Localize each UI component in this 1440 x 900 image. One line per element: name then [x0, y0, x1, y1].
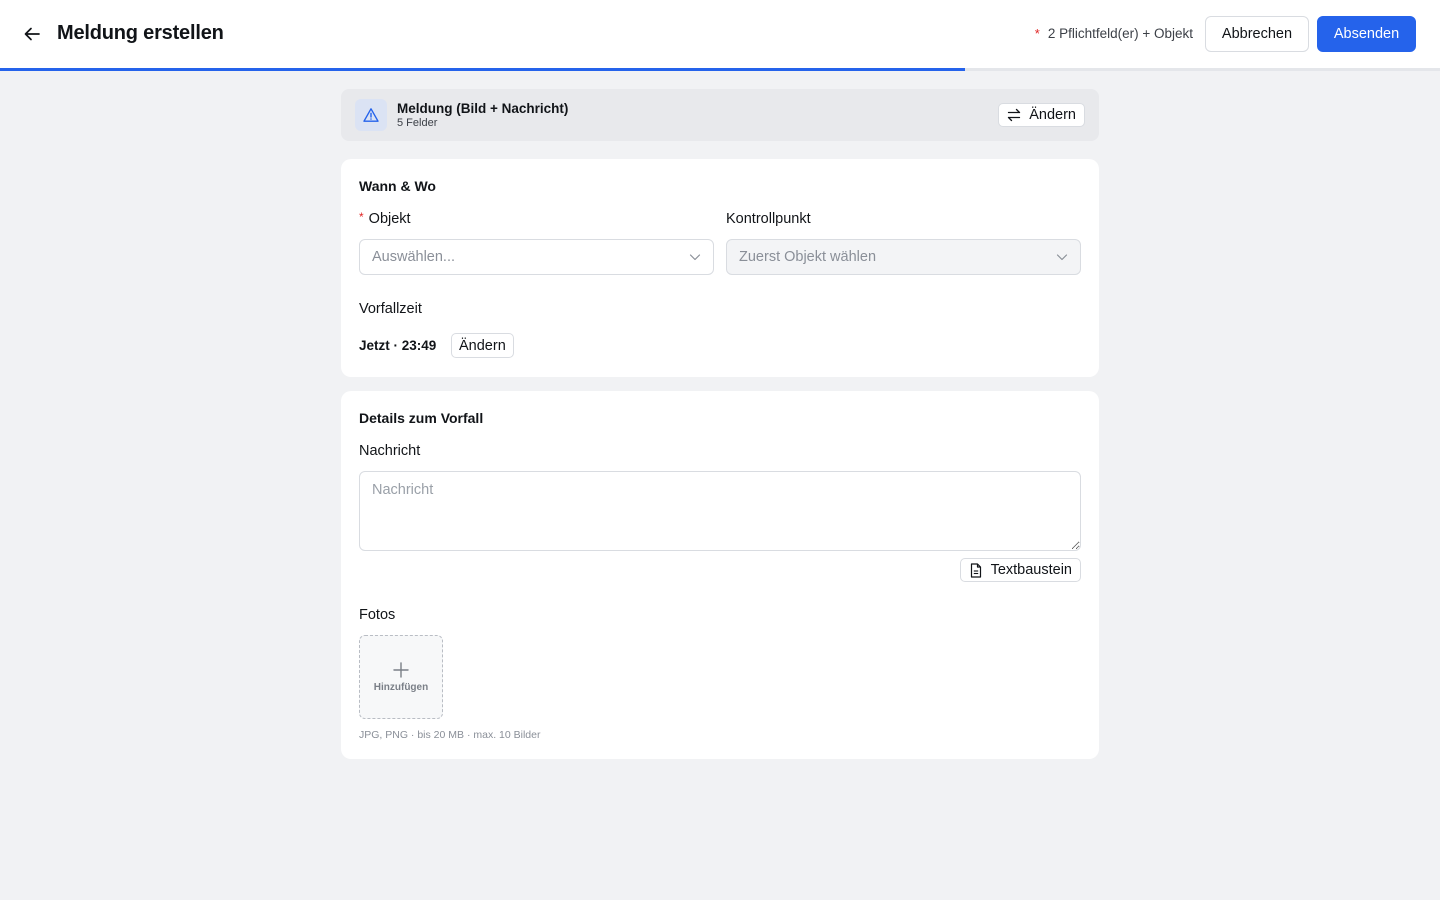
required-hint-text: 2 Pflichtfeld(er) + Objekt [1047, 26, 1193, 41]
object-label: * Objekt [359, 210, 411, 227]
report-type-field-count: 5 Felder [397, 117, 438, 129]
progress-bar [0, 68, 1440, 71]
required-star-icon: * [359, 210, 364, 224]
top-bar: Meldung erstellen * 2 Pflichtfeld(er) + O… [0, 0, 1440, 68]
required-star-icon: * [1034, 26, 1040, 41]
when-where-card: Wann & Wo * Objekt Auswählen... Kontrollp… [341, 159, 1099, 377]
text-snippet-label: Textbaustein [990, 562, 1072, 578]
incident-time-label: Vorfallzeit [359, 301, 422, 317]
checkpoint-select[interactable]: Zuerst Objekt wählen [726, 239, 1081, 275]
message-textarea[interactable] [359, 471, 1081, 551]
when-where-title: Wann & Wo [359, 178, 436, 194]
incident-time-value: Jetzt · 23:49 [359, 338, 437, 353]
cancel-button[interactable]: Abbrechen [1205, 16, 1309, 52]
text-snippet-button[interactable]: Textbaustein [959, 558, 1081, 582]
add-photo-label: Hinzufügen [373, 682, 429, 693]
report-type-title: Meldung (Bild + Nachricht) [397, 101, 569, 116]
photos-label: Fotos [359, 607, 396, 623]
incident-details-card: Details zum Vorfall Nachricht Textbauste… [341, 391, 1099, 759]
checkpoint-label: Kontrollpunkt [726, 211, 811, 227]
submit-button[interactable]: Absenden [1317, 16, 1416, 52]
object-select-placeholder: Auswählen... [372, 249, 456, 265]
chevron-down-icon [689, 251, 701, 263]
object-select[interactable]: Auswählen... [359, 239, 714, 275]
page-title: Meldung erstellen [57, 22, 224, 44]
object-label-text: Objekt [368, 211, 411, 227]
arrow-left-icon [24, 27, 40, 41]
required-fields-hint: * 2 Pflichtfeld(er) + Objekt [1035, 26, 1193, 41]
report-type-icon-box [355, 99, 387, 131]
checkpoint-select-placeholder: Zuerst Objekt wählen [739, 249, 877, 265]
progress-bar-fill [0, 68, 965, 71]
document-icon [970, 562, 981, 578]
swap-arrows-icon [1008, 108, 1021, 122]
change-report-type-label: Ändern [1029, 107, 1076, 123]
message-label: Nachricht [359, 443, 421, 459]
incident-details-title: Details zum Vorfall [359, 410, 484, 426]
change-time-button[interactable]: Ändern [451, 333, 514, 358]
back-button[interactable] [20, 22, 44, 46]
change-report-type-button[interactable]: Ändern [998, 103, 1085, 127]
plus-icon [393, 662, 409, 678]
photo-upload-hint: JPG, PNG · bis 20 MB · max. 10 Bilder [359, 729, 541, 741]
chevron-down-icon [1056, 251, 1068, 263]
report-type-bar: Meldung (Bild + Nachricht) 5 Felder Ände… [341, 89, 1099, 141]
warning-triangle-icon [363, 108, 379, 122]
add-photo-button[interactable]: Hinzufügen [359, 635, 443, 719]
